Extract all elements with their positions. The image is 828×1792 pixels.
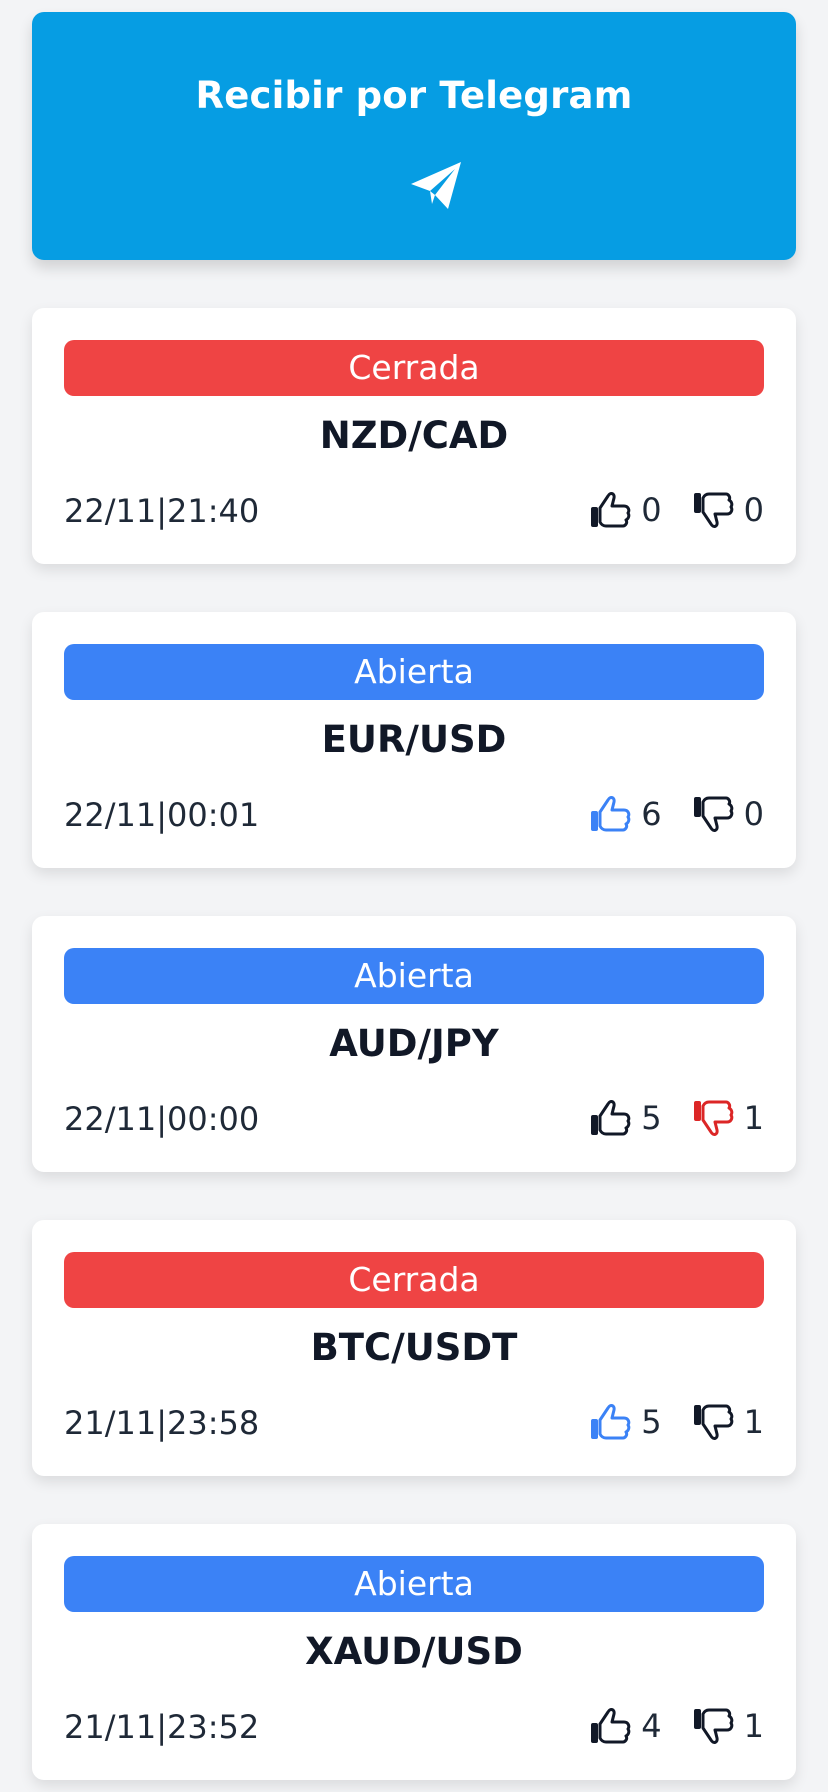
like-count: 5 [641, 1403, 662, 1441]
like-count: 4 [641, 1707, 662, 1745]
dislike-button[interactable]: 1 [692, 1098, 764, 1138]
like-count: 6 [641, 795, 662, 833]
currency-pair: NZD/CAD [319, 414, 509, 457]
thumbs-down-icon [693, 1404, 733, 1440]
status-badge: Cerrada [64, 1252, 764, 1308]
currency-pair: BTC/USDT [310, 1326, 518, 1369]
telegram-subscribe-button[interactable]: Recibir por Telegram [32, 12, 796, 260]
currency-pair: AUD/JPY [329, 1022, 499, 1065]
signal-datetime: 22/11|21:40 [64, 492, 260, 530]
dislike-count: 0 [743, 491, 764, 529]
signal-card: Abierta XAUD/USD 21/11|23:52 4 1 [32, 1524, 796, 1780]
dislike-button[interactable]: 0 [692, 794, 764, 834]
thumbs-up-icon [591, 1708, 631, 1744]
thumbs-down-icon [693, 1708, 733, 1744]
currency-pair: XAUD/USD [305, 1630, 523, 1673]
thumbs-down-icon [693, 796, 733, 832]
vote-group: 0 0 [589, 488, 764, 532]
dislike-count: 1 [743, 1707, 764, 1745]
dislike-count: 1 [743, 1403, 764, 1441]
like-button[interactable]: 0 [589, 490, 662, 530]
thumbs-up-icon [591, 1404, 631, 1440]
signal-card: Abierta EUR/USD 22/11|00:01 6 0 [32, 612, 796, 868]
dislike-button[interactable]: 1 [692, 1402, 764, 1442]
like-button[interactable]: 6 [589, 794, 662, 834]
dislike-button[interactable]: 1 [692, 1706, 764, 1746]
vote-group: 4 1 [589, 1704, 764, 1748]
like-count: 0 [641, 491, 662, 529]
signal-datetime: 21/11|23:58 [64, 1404, 260, 1442]
thumbs-down-icon [693, 492, 733, 528]
thumbs-up-icon [591, 796, 631, 832]
vote-group: 6 0 [589, 792, 764, 836]
status-badge: Abierta [64, 644, 764, 700]
dislike-button[interactable]: 0 [692, 490, 764, 530]
vote-group: 5 1 [589, 1400, 764, 1444]
like-button[interactable]: 5 [589, 1402, 662, 1442]
signal-card: Cerrada BTC/USDT 21/11|23:58 5 1 [32, 1220, 796, 1476]
thumbs-down-icon [693, 1100, 733, 1136]
currency-pair: EUR/USD [321, 718, 507, 761]
dislike-count: 1 [743, 1099, 764, 1137]
status-badge: Cerrada [64, 340, 764, 396]
like-count: 5 [641, 1099, 662, 1137]
telegram-subscribe-label: Recibir por Telegram [195, 74, 633, 117]
signal-datetime: 22/11|00:00 [64, 1100, 260, 1138]
signal-card: Abierta AUD/JPY 22/11|00:00 5 1 [32, 916, 796, 1172]
thumbs-up-icon [591, 492, 631, 528]
dislike-count: 0 [743, 795, 764, 833]
paper-plane-icon [411, 162, 461, 209]
signal-datetime: 21/11|23:52 [64, 1708, 260, 1746]
thumbs-up-icon [591, 1100, 631, 1136]
status-badge: Abierta [64, 948, 764, 1004]
signal-card: Cerrada NZD/CAD 22/11|21:40 0 0 [32, 308, 796, 564]
like-button[interactable]: 4 [589, 1706, 662, 1746]
like-button[interactable]: 5 [589, 1098, 662, 1138]
vote-group: 5 1 [589, 1096, 764, 1140]
status-badge: Abierta [64, 1556, 764, 1612]
signal-datetime: 22/11|00:01 [64, 796, 260, 834]
